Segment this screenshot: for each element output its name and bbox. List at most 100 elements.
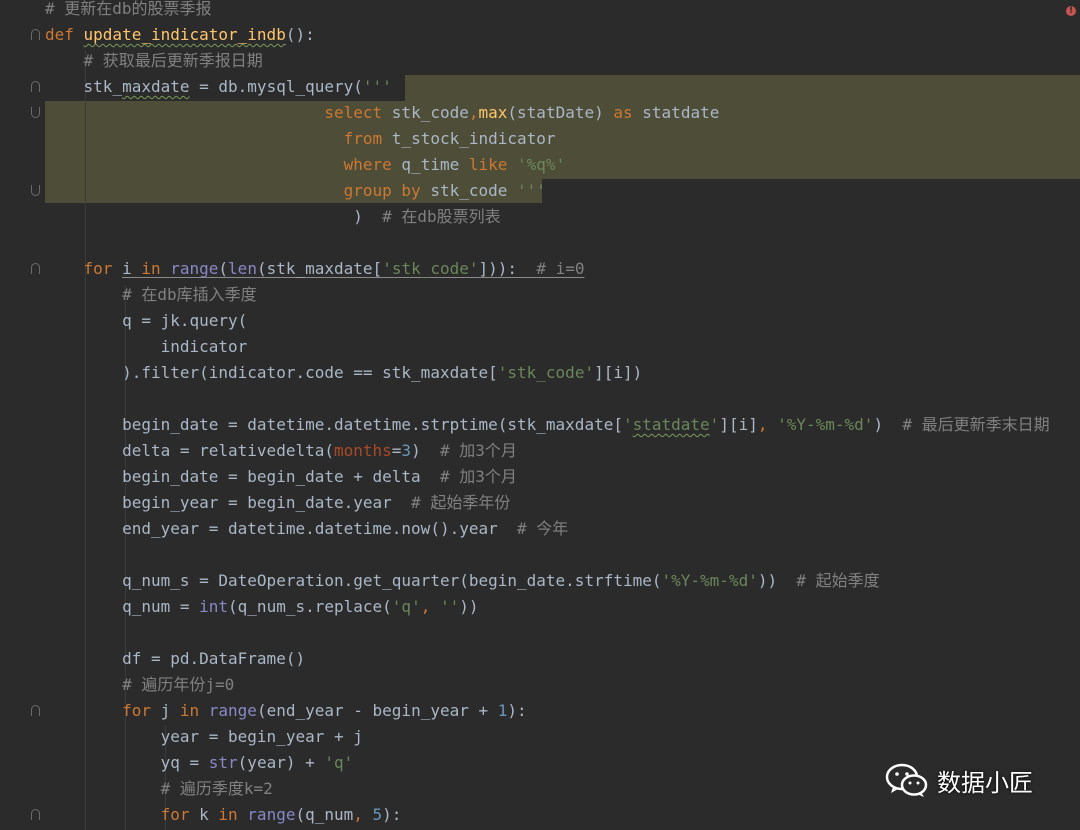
code-line[interactable]: year = begin_year + j [0,724,1080,750]
error-indicator-icon[interactable]: ! [1066,6,1076,16]
code-token: ( [218,259,229,278]
code-line[interactable]: for k in range(q_num, 5): [0,802,1080,828]
code-line[interactable]: begin_date = begin_date + delta # 加3个月 [0,464,1080,490]
code-line[interactable]: stk_maxdate = db.mysql_query(''' [0,74,1080,100]
code-line[interactable]: # 遍历年份j=0 [0,672,1080,698]
code-text: group by stk_code ''' [45,178,546,204]
fold-marker-icon[interactable] [31,107,40,118]
code-token: ): [507,701,527,720]
code-line[interactable]: where q_time like '%q%' [0,152,1080,178]
code-line[interactable]: q = jk.query( [0,308,1080,334]
code-line[interactable]: from t_stock_indicator [0,126,1080,152]
code-token: year = begin_year + j [45,727,363,746]
fold-marker-icon[interactable] [31,809,40,820]
code-token: begin_year = begin_date.year [45,493,412,512]
code-editor[interactable]: # 更新在db的股票季报 def update_indicator_indb():… [0,0,1080,830]
code-text: stk_maxdate = db.mysql_query(''' [45,74,392,100]
code-line[interactable]: ).filter(indicator.code == stk_maxdate['… [0,360,1080,386]
fold-marker-icon[interactable] [31,29,40,40]
code-token: range [247,805,296,824]
code-token: j [160,701,180,720]
code-token: , [353,805,373,824]
code-line[interactable] [0,386,1080,412]
code-line[interactable]: for j in range(end_year - begin_year + 1… [0,698,1080,724]
code-text: def update_indicator_indb(): [45,22,315,48]
code-line[interactable]: # 获取最后更新季报日期 [0,48,1080,74]
code-text: q = jk.query( [45,308,247,334]
code-text: select stk_code,max(statDate) as statdat… [45,100,719,126]
code-line[interactable]: q_num = int(q_num_s.replace('q', '')) [0,594,1080,620]
code-text: # 更新在db的股票季报 [45,0,212,22]
code-text: end_year = datetime.datetime.now().year … [45,516,568,542]
code-token: stk_code [391,103,469,122]
code-token: q_time [401,155,469,174]
code-token: ''' [517,181,546,200]
wechat-icon [885,763,928,797]
code-line[interactable]: select stk_code,max(statDate) as statdat… [0,100,1080,126]
fold-marker-icon[interactable] [31,263,40,274]
code-line[interactable]: ) # 在db股票列表 [0,204,1080,230]
code-token: q_num = [45,597,200,616]
code-line[interactable]: group by stk_code ''' [0,178,1080,204]
code-token: # 在db库插入季度 [122,285,257,304]
code-text: year = begin_year + j [45,724,363,750]
code-token: '%Y-%m-%d' [777,415,874,434]
code-token: max [478,103,508,122]
code-line[interactable]: df = pd.DataFrame() [0,646,1080,672]
code-text: yq = str(year) + 'q' [45,750,354,776]
code-token: (end_year - begin_year + [256,701,498,720]
code-line[interactable]: # 更新在db的股票季报 [0,0,1080,22]
code-token: str [208,753,238,772]
code-token: , [468,103,479,122]
code-token: for [83,259,123,278]
code-line[interactable]: for i in range(len(stk_maxdate['stk_code… [0,256,1080,282]
code-text: ) # 在db股票列表 [45,204,501,230]
code-token: )) [459,597,479,616]
code-token: statdate [632,415,710,434]
code-line[interactable]: q_num_s = DateOperation.get_quarter(begi… [0,568,1080,594]
code-line[interactable]: end_year = datetime.datetime.now().year … [0,516,1080,542]
code-token: (year) + [237,753,325,772]
code-token: q_num_s = DateOperation.get_quarter(begi… [45,571,662,590]
code-line[interactable]: def update_indicator_indb(): [0,22,1080,48]
code-token: # 在db股票列表 [372,207,501,226]
code-token: (q_num [295,805,354,824]
fold-marker-icon[interactable] [31,81,40,92]
fold-marker-icon[interactable] [31,705,40,716]
code-token: from [343,129,392,148]
code-token: # 起始季度 [796,571,880,590]
code-line[interactable] [0,230,1080,256]
code-token: = db.mysql_query( [189,77,363,96]
code-token: 'stk_code' [497,363,595,382]
code-line[interactable] [0,620,1080,646]
code-text: from t_stock_indicator [45,126,556,152]
code-token: ) [411,441,440,460]
code-token: = [391,441,402,460]
code-token: 3 [401,441,412,460]
code-token: for [122,701,161,720]
code-token: ) [45,207,373,226]
code-token: # 获取最后更新季报日期 [83,51,263,70]
code-token: ' [709,415,720,434]
code-token: len [228,259,257,278]
code-line[interactable]: begin_year = begin_date.year # 起始季年份 [0,490,1080,516]
fold-marker-icon[interactable] [31,185,40,196]
code-token: '' [439,597,460,616]
code-token: # 今年 [517,519,569,538]
code-line[interactable]: # 在db库插入季度 [0,282,1080,308]
code-token: select [324,103,392,122]
code-token: ''' [362,77,392,96]
code-line[interactable]: delta = relativedelta(months=3) # 加3个月 [0,438,1080,464]
code-token: begin_date = begin_date + delta [45,467,440,486]
code-token: ): [382,805,402,824]
code-line[interactable]: begin_date = datetime.datetime.strptime(… [0,412,1080,438]
code-line[interactable]: indicator [0,334,1080,360]
code-line[interactable] [0,542,1080,568]
code-text: df = pd.DataFrame() [45,646,305,672]
